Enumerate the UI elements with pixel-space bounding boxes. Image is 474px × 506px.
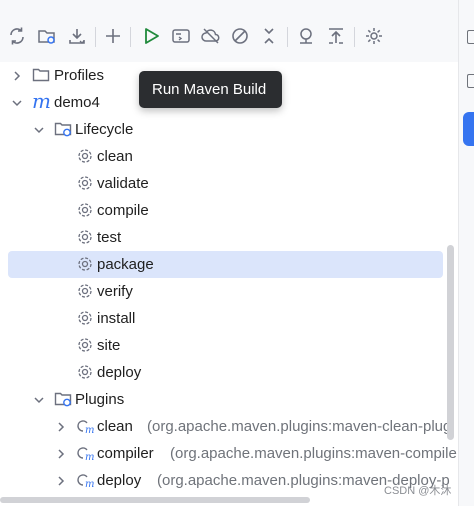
horizontal-scrollbar[interactable] (0, 497, 310, 503)
lifecycle-folder-icon (54, 120, 72, 138)
goal-gear-icon (76, 147, 94, 165)
plugin-icon: m (76, 471, 94, 490)
generate-sources-button[interactable] (33, 22, 61, 50)
toolbar-separator (95, 27, 96, 47)
terminal-icon (172, 29, 190, 43)
maven-tool-window-tab[interactable] (463, 112, 474, 146)
reload-all-projects-button[interactable] (3, 22, 31, 50)
plugin-name: deploy (97, 472, 142, 489)
tree-node-label: Plugins (75, 391, 125, 408)
tree-node-label: demo4 (54, 94, 100, 111)
tree-node-goal-validate[interactable]: validate (8, 170, 443, 197)
collapse-all-button[interactable] (255, 22, 283, 50)
folder-icon (32, 66, 50, 84)
goal-gear-icon (76, 201, 94, 219)
plugin-coordinates: (org.apache.maven.plugins:maven-clean-pl… (147, 418, 452, 435)
goal-gear-icon (76, 174, 94, 192)
chevron-down-icon[interactable] (11, 96, 23, 108)
goal-label: test (97, 229, 122, 246)
goal-label: package (97, 256, 154, 273)
settings-button[interactable] (360, 22, 388, 50)
run-icon (145, 28, 159, 44)
chevron-right-icon[interactable] (11, 69, 23, 81)
reload-icon (10, 27, 24, 45)
goal-label: install (97, 310, 136, 327)
tree-node-goal-deploy[interactable]: deploy (8, 359, 443, 386)
add-maven-project-button[interactable] (99, 22, 127, 50)
tree-node-goal-compile[interactable]: compile (8, 197, 443, 224)
plus-icon (106, 29, 120, 43)
goal-label: clean (97, 148, 133, 165)
plugin-name: compiler (97, 445, 154, 462)
chevron-down-icon[interactable] (33, 123, 45, 135)
chevron-right-icon[interactable] (55, 474, 67, 486)
tree-node-goal-verify[interactable]: verify (8, 278, 443, 305)
chevron-right-icon[interactable] (55, 447, 67, 459)
goal-gear-icon (76, 363, 94, 381)
tree-node-label: Lifecycle (75, 121, 134, 138)
tooltip-text: Run Maven Build (152, 81, 267, 98)
goal-label: deploy (97, 364, 142, 381)
run-maven-build-tooltip: Run Maven Build (139, 71, 282, 108)
tree-node-goal-site[interactable]: site (8, 332, 443, 359)
plugin-name: clean (97, 418, 133, 435)
folder-refresh-icon (38, 30, 55, 44)
goal-label: compile (97, 202, 149, 219)
goal-gear-icon (76, 336, 94, 354)
tool-window-icon[interactable] (467, 30, 474, 44)
svg-text:m: m (85, 479, 94, 489)
skip-icon (232, 28, 248, 44)
svg-text:m: m (85, 452, 94, 462)
cloud-off-icon (201, 28, 220, 44)
toolbar-separator (287, 27, 288, 47)
plugins-folder-icon (54, 390, 72, 408)
goal-gear-icon (76, 309, 94, 327)
toggle-offline-mode-button[interactable] (197, 22, 225, 50)
maven-icon: m (32, 89, 51, 113)
plugin-icon: m (76, 444, 94, 463)
goal-label: validate (97, 175, 149, 192)
goal-label: verify (97, 283, 133, 300)
align-top-icon (329, 28, 343, 44)
tree-node-plugins[interactable]: Plugins (8, 386, 443, 413)
tree-node-plugin-clean[interactable]: m clean (org.apache.maven.plugins:maven-… (8, 413, 451, 440)
tree-node-goal-test[interactable]: test (8, 224, 443, 251)
tree-node-goal-install[interactable]: install (8, 305, 443, 332)
maven-toolbar (0, 0, 474, 62)
tree-node-plugin-compiler[interactable]: m compiler (org.apache.maven.plugins:mav… (8, 440, 457, 467)
collapse-icon (264, 28, 274, 44)
tree-node-goal-clean[interactable]: clean (8, 143, 443, 170)
dependencies-icon (300, 28, 312, 44)
plugin-icon: m (76, 417, 94, 436)
show-dependencies-button[interactable] (292, 22, 320, 50)
goal-gear-icon (76, 282, 94, 300)
chevron-down-icon[interactable] (33, 393, 45, 405)
toolbar-separator (354, 27, 355, 47)
execute-goal-button[interactable] (167, 22, 195, 50)
vertical-scrollbar[interactable] (447, 245, 454, 440)
download-icon (69, 29, 85, 44)
tree-node-label: Profiles (54, 67, 105, 84)
maven-project-tree: Profiles m demo4 Lifecycle clean validat… (0, 62, 458, 506)
goal-gear-icon (76, 228, 94, 246)
goal-label: site (97, 337, 121, 354)
watermark: CSDN @木沐 (384, 485, 452, 497)
download-sources-button[interactable] (63, 22, 91, 50)
chevron-right-icon[interactable] (55, 420, 67, 432)
show-diagram-button[interactable] (322, 22, 350, 50)
tree-node-goal-package[interactable]: package (8, 251, 443, 278)
tool-window-icon[interactable] (467, 74, 474, 88)
svg-text:m: m (85, 425, 94, 435)
tree-node-plugin-deploy[interactable]: m deploy (org.apache.maven.plugins:maven… (8, 467, 450, 494)
skip-tests-button[interactable] (226, 22, 254, 50)
goal-gear-icon (76, 255, 94, 273)
plugin-coordinates: (org.apache.maven.plugins:maven-compile (170, 445, 457, 462)
tree-node-lifecycle[interactable]: Lifecycle (8, 116, 443, 143)
gear-icon (366, 28, 382, 44)
toolbar-separator (130, 27, 131, 47)
run-maven-build-button[interactable] (137, 22, 165, 50)
